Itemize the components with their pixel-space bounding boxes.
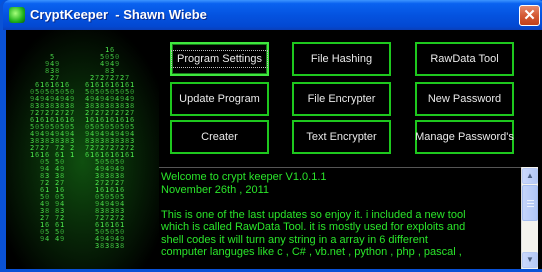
button-label: Text Encrypter [306, 131, 377, 143]
svg-text:3: 3 [95, 242, 99, 250]
notes-line: shell codes it will turn any string in a… [161, 233, 428, 246]
svg-text:1: 1 [90, 151, 94, 159]
notes-line: November 26th , 2011 [161, 183, 270, 196]
button-label: File Encrypter [307, 93, 376, 105]
svg-text:8: 8 [100, 242, 104, 250]
svg-text:6: 6 [85, 151, 89, 159]
new-password-button[interactable]: New Password [415, 82, 514, 116]
app-window: CryptKeeper - Shawn Wiebe ✕ 165505094949… [0, 0, 542, 272]
svg-text:6: 6 [125, 151, 129, 159]
binary-figures-icon: 1 65 5 0 5 09 4 9 4 9 4 98 3 8 8 32 7 2 7 2 7 2 7 2 76 1 6 1 6 1 6 6 1 6 1… [6, 30, 159, 269]
scroll-down-arrow-icon[interactable]: ▼ [522, 252, 538, 268]
scroll-thumb[interactable] [522, 185, 538, 221]
svg-text:3: 3 [105, 242, 109, 250]
svg-text:4: 4 [100, 60, 104, 68]
text-encrypter-button[interactable]: Text Encrypter [292, 120, 391, 154]
svg-text:9: 9 [60, 235, 64, 243]
button-label: Program Settings [171, 50, 268, 68]
svg-text:9: 9 [40, 235, 44, 243]
svg-text:6: 6 [35, 151, 39, 159]
notes-line [161, 196, 517, 209]
notes-line: Welcome to crypt keeper V1.0.1.1 [161, 171, 327, 183]
svg-text:3: 3 [115, 242, 119, 250]
svg-text:9: 9 [115, 60, 119, 68]
creater-button[interactable]: Creater [170, 120, 269, 154]
svg-text:8: 8 [110, 242, 114, 250]
button-label: New Password [427, 93, 502, 105]
svg-text:8: 8 [45, 67, 49, 75]
svg-text:1: 1 [70, 151, 74, 159]
file-hashing-button[interactable]: File Hashing [292, 42, 391, 76]
close-button[interactable]: ✕ [519, 5, 540, 26]
svg-text:4: 4 [45, 235, 49, 243]
title-bar[interactable]: CryptKeeper - Shawn Wiebe ✕ [3, 0, 542, 30]
svg-text:1: 1 [130, 151, 134, 159]
button-label: RawData Tool [430, 53, 499, 65]
app-icon [9, 7, 25, 23]
scroll-up-arrow-icon[interactable]: ▲ [522, 168, 538, 184]
notes-line: computer languges like c , C# , vb.net ,… [161, 246, 462, 258]
button-label: Update Program [179, 93, 260, 105]
notes-line: This is one of the last updates so enjoy… [161, 208, 466, 221]
svg-text:1: 1 [30, 151, 34, 159]
svg-text:4: 4 [55, 235, 59, 243]
button-label: File Hashing [310, 53, 373, 65]
button-label: Manage Password's [415, 131, 514, 143]
svg-text:8: 8 [120, 242, 124, 250]
svg-text:3: 3 [50, 137, 54, 145]
window-title: CryptKeeper - Shawn Wiebe [30, 7, 207, 22]
svg-text:8: 8 [65, 137, 69, 145]
vertical-scrollbar[interactable]: ▲ ▼ [521, 167, 538, 269]
manage-passwords-button[interactable]: Manage Password's [415, 120, 514, 154]
file-encrypter-button[interactable]: File Encrypter [292, 82, 391, 116]
update-program-button[interactable]: Update Program [170, 82, 269, 116]
button-panel: Program Settings File Hashing RawData Tool… [159, 30, 542, 165]
binary-figures-image: 1655050949494983883272727272761616166161… [6, 30, 159, 269]
client-area: 1655050949494983883272727272761616166161… [6, 30, 542, 269]
rawdata-tool-button[interactable]: RawData Tool [415, 42, 514, 76]
button-label: Creater [201, 131, 238, 143]
program-settings-button[interactable]: Program Settings [170, 42, 269, 76]
notes-textarea[interactable]: Welcome to crypt keeper V1.0.1.1 November… [159, 167, 521, 269]
notes-line: which is called RawData Tool. it is most… [161, 221, 466, 233]
